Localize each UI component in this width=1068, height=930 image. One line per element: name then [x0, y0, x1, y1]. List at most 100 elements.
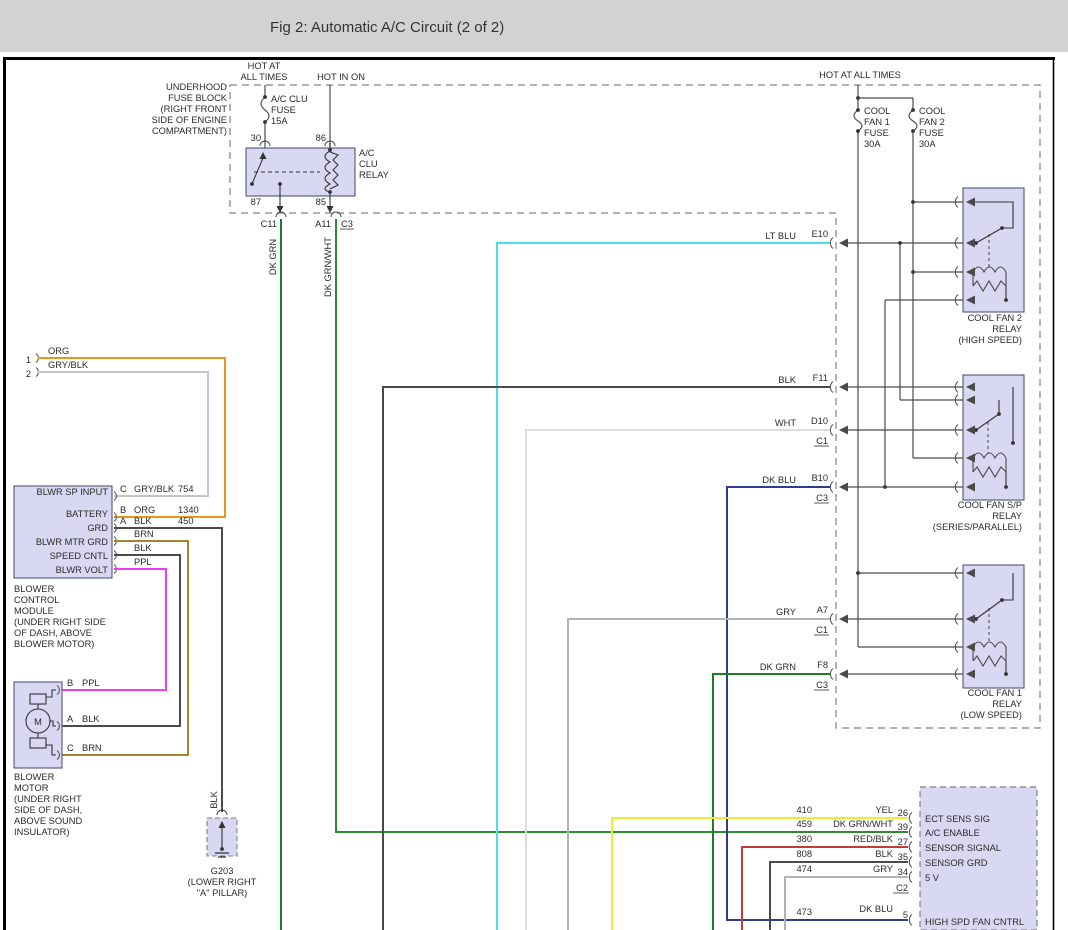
svg-text:450: 450	[178, 516, 194, 526]
svg-text:39: 39	[898, 822, 908, 832]
wire-blk-450	[114, 528, 222, 812]
svg-text:B: B	[120, 505, 126, 515]
conn-c11: C11	[261, 219, 277, 229]
feed-pin-2: 2	[26, 369, 31, 379]
svg-text:PPL: PPL	[82, 678, 100, 688]
wire-lt-blu	[497, 243, 830, 930]
power-labels: HOT AT ALL TIMES HOT IN ON HOT AT ALL TI…	[240, 61, 900, 82]
svg-text:COMPARTMENT): COMPARTMENT)	[152, 126, 227, 136]
right-pin-labels: LT BLU E10 BLK F11 WHT D10 C1 DK BLU B10…	[760, 229, 828, 690]
svg-text:BRN: BRN	[134, 529, 154, 539]
svg-text:GRY/BLK: GRY/BLK	[134, 484, 175, 494]
page-title: Fig 2: Automatic A/C Circuit (2 of 2)	[270, 19, 504, 36]
hot-at-all-times-left: HOT AT	[248, 61, 281, 71]
svg-text:YEL: YEL	[875, 805, 893, 815]
svg-text:ALL TIMES: ALL TIMES	[240, 72, 287, 82]
svg-text:474: 474	[796, 864, 812, 874]
underhood-fuse-block-label: UNDERHOOD FUSE BLOCK (RIGHT FRONT SIDE O…	[152, 82, 228, 136]
svg-text:380: 380	[796, 834, 812, 844]
blower-motor: M B PPL A BLK C BRN BLOWER MOTOR (UNDER …	[14, 678, 102, 837]
svg-text:RELAY: RELAY	[359, 170, 389, 180]
svg-text:FUSE: FUSE	[864, 128, 889, 138]
svg-text:15A: 15A	[271, 116, 288, 126]
svg-text:RELAY: RELAY	[992, 699, 1022, 709]
svg-text:B: B	[67, 678, 73, 688]
feed-pin-1: 1	[26, 355, 31, 365]
svg-text:D10: D10	[811, 416, 828, 426]
svg-text:410: 410	[796, 805, 812, 815]
svg-text:DK BLU: DK BLU	[859, 904, 893, 914]
svg-text:BLWR VOLT: BLWR VOLT	[56, 565, 109, 575]
svg-text:MOTOR: MOTOR	[14, 783, 49, 793]
svg-text:C: C	[120, 484, 127, 494]
svg-text:A: A	[120, 516, 127, 526]
ground-wire-label: BLK	[209, 790, 219, 808]
svg-text:BLWR SP INPUT: BLWR SP INPUT	[37, 487, 109, 497]
cool-fan-sp-relay: COOL FAN S/P RELAY (SERIES/PARALLEL)	[933, 375, 1024, 532]
hot-at-all-times-right: HOT AT ALL TIMES	[819, 70, 901, 80]
svg-text:UNDERHOOD: UNDERHOOD	[166, 82, 227, 92]
motor-caption: BLOWER MOTOR (UNDER RIGHT SIDE OF DASH, …	[14, 772, 82, 837]
svg-text:C3: C3	[816, 680, 828, 690]
svg-text:C3: C3	[816, 493, 828, 503]
svg-text:COOL: COOL	[919, 106, 945, 116]
svg-text:754: 754	[178, 484, 194, 494]
svg-text:CONTROL: CONTROL	[14, 595, 59, 605]
svg-text:FAN 1: FAN 1	[864, 117, 890, 127]
svg-text:B10: B10	[811, 473, 828, 483]
svg-text:35: 35	[898, 852, 908, 862]
svg-text:BATTERY: BATTERY	[66, 509, 108, 519]
svg-text:(HIGH SPEED): (HIGH SPEED)	[958, 335, 1022, 345]
svg-text:SIDE OF DASH,: SIDE OF DASH,	[14, 805, 82, 815]
wire-dk-grn-f8	[713, 674, 830, 930]
pin-85: 85	[316, 197, 326, 207]
svg-text:BLK: BLK	[134, 516, 152, 526]
ground-name: G203	[211, 866, 234, 876]
cool-fan-fuse-1-label: COOL FAN 1 FUSE 30A	[864, 106, 890, 149]
svg-text:INSULATOR): INSULATOR)	[14, 827, 69, 837]
svg-text:CLU: CLU	[359, 159, 378, 169]
cool-fan-fuse-2-label: COOL FAN 2 FUSE 30A	[919, 106, 945, 149]
bcm-caption: BLOWER CONTROL MODULE (UNDER RIGHT SIDE …	[14, 584, 106, 649]
svg-text:BLK: BLK	[778, 375, 796, 385]
conn-c3: C3	[341, 219, 353, 229]
svg-text:BLWR MTR GRD: BLWR MTR GRD	[36, 537, 108, 547]
svg-text:FUSE: FUSE	[919, 128, 944, 138]
svg-text:34: 34	[898, 867, 908, 877]
svg-text:COOL: COOL	[864, 106, 890, 116]
svg-text:BLOWER: BLOWER	[14, 584, 55, 594]
svg-text:BLK: BLK	[82, 714, 100, 724]
svg-text:BLK: BLK	[134, 543, 152, 553]
svg-text:GRY: GRY	[873, 864, 893, 874]
ac-clu-fuse-label: A/C CLU FUSE 15A	[271, 94, 308, 126]
cool-fan-1-relay: COOL FAN 1 RELAY (LOW SPEED)	[961, 565, 1024, 720]
svg-text:HIGH SPD FAN CNTRL: HIGH SPD FAN CNTRL	[925, 917, 1024, 927]
feed-pins: 1 2 ORG GRY/BLK	[26, 346, 89, 379]
svg-text:(RIGHT FRONT: (RIGHT FRONT	[161, 104, 228, 114]
svg-text:459: 459	[796, 819, 812, 829]
svg-text:RED/BLK: RED/BLK	[853, 834, 894, 844]
svg-text:F11: F11	[813, 373, 828, 383]
svg-text:LT BLU: LT BLU	[765, 231, 796, 241]
wiring-diagram-screen: Fig 2: Automatic A/C Circuit (2 of 2) UN…	[0, 0, 1068, 930]
hot-in-on: HOT IN ON	[317, 72, 365, 82]
fan1-relay-label: COOL FAN 1	[968, 688, 1022, 698]
svg-text:5 V: 5 V	[925, 873, 940, 883]
svg-text:"A" PILLAR): "A" PILLAR)	[197, 888, 248, 898]
svg-text:WHT: WHT	[775, 418, 796, 428]
svg-text:GRD: GRD	[87, 523, 108, 533]
svg-text:(SERIES/PARALLEL): (SERIES/PARALLEL)	[933, 522, 1022, 532]
pin-30: 30	[251, 133, 261, 143]
svg-text:BLOWER: BLOWER	[14, 772, 55, 782]
pcm-connector: 410 YEL 26 ECT SENS SIG 459 DK GRN/WHT 3…	[796, 787, 1037, 930]
feed-wire-2-label: GRY/BLK	[48, 360, 89, 370]
svg-text:FUSE BLOCK: FUSE BLOCK	[168, 93, 228, 103]
conn-a11: A11	[315, 219, 331, 229]
svg-text:SENSOR SIGNAL: SENSOR SIGNAL	[925, 843, 1001, 853]
wire-dk-grn-wht	[336, 219, 908, 832]
svg-text:C1: C1	[816, 625, 828, 635]
svg-text:DK GRN/WHT: DK GRN/WHT	[833, 819, 893, 829]
svg-text:GRY: GRY	[776, 607, 796, 617]
svg-text:30A: 30A	[864, 139, 881, 149]
pcm-conn-c2: C2	[896, 883, 908, 893]
